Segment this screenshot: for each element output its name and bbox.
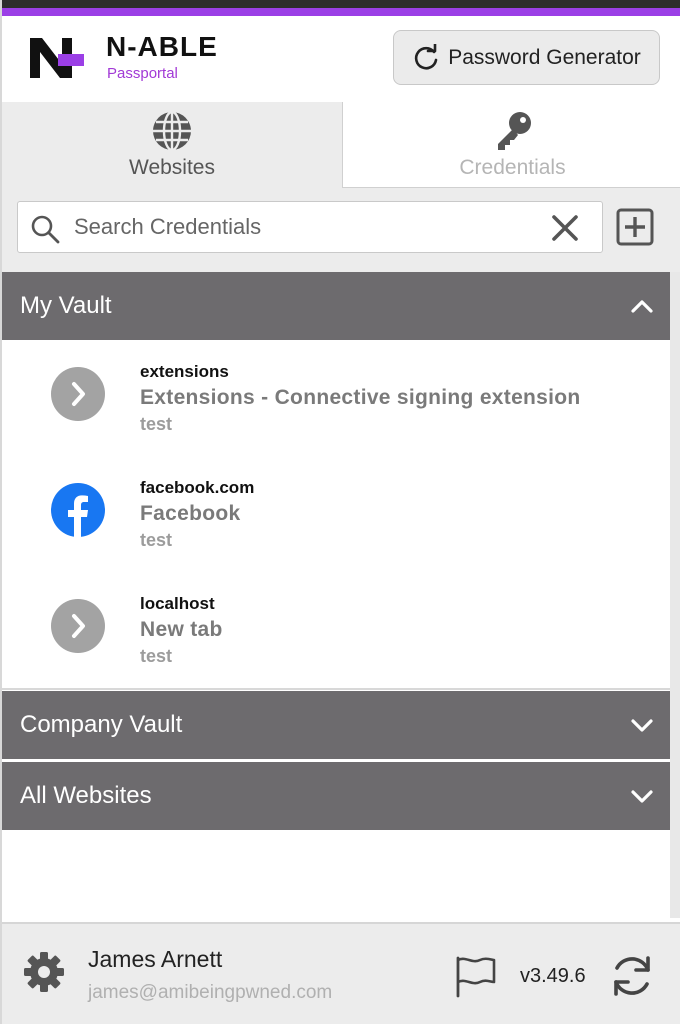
brand-accent-bar xyxy=(2,8,680,16)
list-item[interactable]: facebook.com Facebook test xyxy=(2,456,670,572)
item-title: Facebook xyxy=(140,502,241,525)
scrollbar-track[interactable] xyxy=(670,272,680,918)
list-item[interactable]: extensions Extensions - Connective signi… xyxy=(2,340,670,456)
all-websites-title: All Websites xyxy=(20,782,152,809)
tab-bar: Websites Credentials xyxy=(2,102,680,188)
password-generator-button[interactable]: Password Generator xyxy=(393,30,660,85)
search-row xyxy=(2,188,680,272)
extension-popup: N-ABLE Passportal Password Generator Web… xyxy=(0,0,680,1024)
list-item[interactable]: localhost New tab test xyxy=(2,572,670,688)
nable-logo-icon xyxy=(30,38,84,78)
item-username: test xyxy=(140,530,173,550)
footer: James Arnett james@amibeingpwned.com v3.… xyxy=(2,922,680,1024)
item-domain: facebook.com xyxy=(140,478,255,497)
tab-websites-label: Websites xyxy=(129,156,215,179)
flag-icon[interactable] xyxy=(454,954,498,998)
item-title: New tab xyxy=(140,618,223,641)
window-edge xyxy=(2,0,680,8)
sync-icon[interactable] xyxy=(608,952,656,1000)
search-icon xyxy=(31,215,60,244)
gear-icon[interactable] xyxy=(22,950,66,994)
search-input[interactable] xyxy=(74,208,534,246)
user-email: james@amibeingpwned.com xyxy=(88,982,333,1003)
refresh-icon xyxy=(415,43,438,69)
version-label: v3.49.6 xyxy=(520,965,586,987)
close-icon[interactable] xyxy=(550,213,580,243)
brand-name: N-ABLE xyxy=(106,31,218,62)
company-vault-title: Company Vault xyxy=(20,711,183,738)
my-vault-list: extensions Extensions - Connective signi… xyxy=(2,340,670,688)
add-credential-button[interactable] xyxy=(616,208,654,246)
my-vault-title: My Vault xyxy=(20,292,112,319)
facebook-icon xyxy=(51,483,105,537)
chevron-up-icon xyxy=(631,300,653,313)
item-domain: localhost xyxy=(140,594,215,613)
tab-credentials-label: Credentials xyxy=(459,155,566,179)
search-box xyxy=(17,201,603,253)
brand-product: Passportal xyxy=(107,65,178,82)
all-websites-header[interactable]: All Websites xyxy=(2,762,670,830)
header: N-ABLE Passportal Password Generator xyxy=(2,16,680,102)
tab-credentials[interactable]: Credentials xyxy=(343,102,680,188)
password-generator-label: Password Generator xyxy=(448,45,641,69)
item-username: test xyxy=(140,646,173,666)
my-vault-header[interactable]: My Vault xyxy=(2,272,670,340)
chevron-down-icon xyxy=(631,790,653,803)
item-title: Extensions - Connective signing extensio… xyxy=(140,386,581,409)
key-icon xyxy=(497,111,531,150)
chevron-right-icon xyxy=(51,599,105,653)
item-domain: extensions xyxy=(140,362,229,381)
user-name: James Arnett xyxy=(88,946,223,972)
globe-icon xyxy=(153,110,191,152)
tab-websites[interactable]: Websites xyxy=(2,102,343,188)
chevron-down-icon xyxy=(631,719,653,732)
company-vault-header[interactable]: Company Vault xyxy=(2,691,670,759)
chevron-right-icon xyxy=(51,367,105,421)
divider xyxy=(2,688,670,690)
item-username: test xyxy=(140,414,173,434)
